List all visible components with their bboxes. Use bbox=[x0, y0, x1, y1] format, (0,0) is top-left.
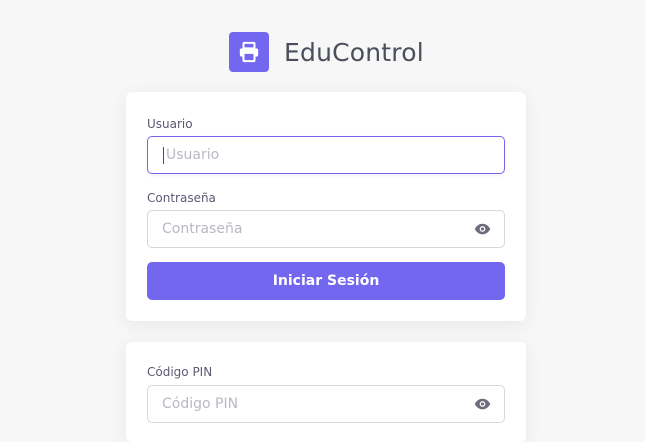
username-label: Usuario bbox=[147, 117, 193, 131]
login-card: Usuario Contraseña Iniciar Sesión bbox=[126, 92, 526, 321]
pin-field bbox=[147, 385, 505, 423]
password-input[interactable] bbox=[148, 211, 504, 247]
password-label: Contraseña bbox=[147, 191, 216, 205]
eye-icon[interactable] bbox=[473, 222, 491, 236]
eye-icon[interactable] bbox=[473, 397, 491, 411]
pin-card: Código PIN bbox=[126, 342, 526, 442]
login-button[interactable]: Iniciar Sesión bbox=[147, 262, 505, 300]
username-field bbox=[147, 136, 505, 174]
password-field bbox=[147, 210, 505, 248]
username-input[interactable] bbox=[148, 137, 504, 173]
brand-header: EduControl bbox=[229, 32, 424, 72]
brand-name: EduControl bbox=[284, 37, 424, 67]
printer-icon bbox=[229, 32, 269, 72]
pin-label: Código PIN bbox=[147, 365, 213, 379]
pin-input[interactable] bbox=[148, 386, 504, 422]
text-caret bbox=[163, 147, 164, 164]
